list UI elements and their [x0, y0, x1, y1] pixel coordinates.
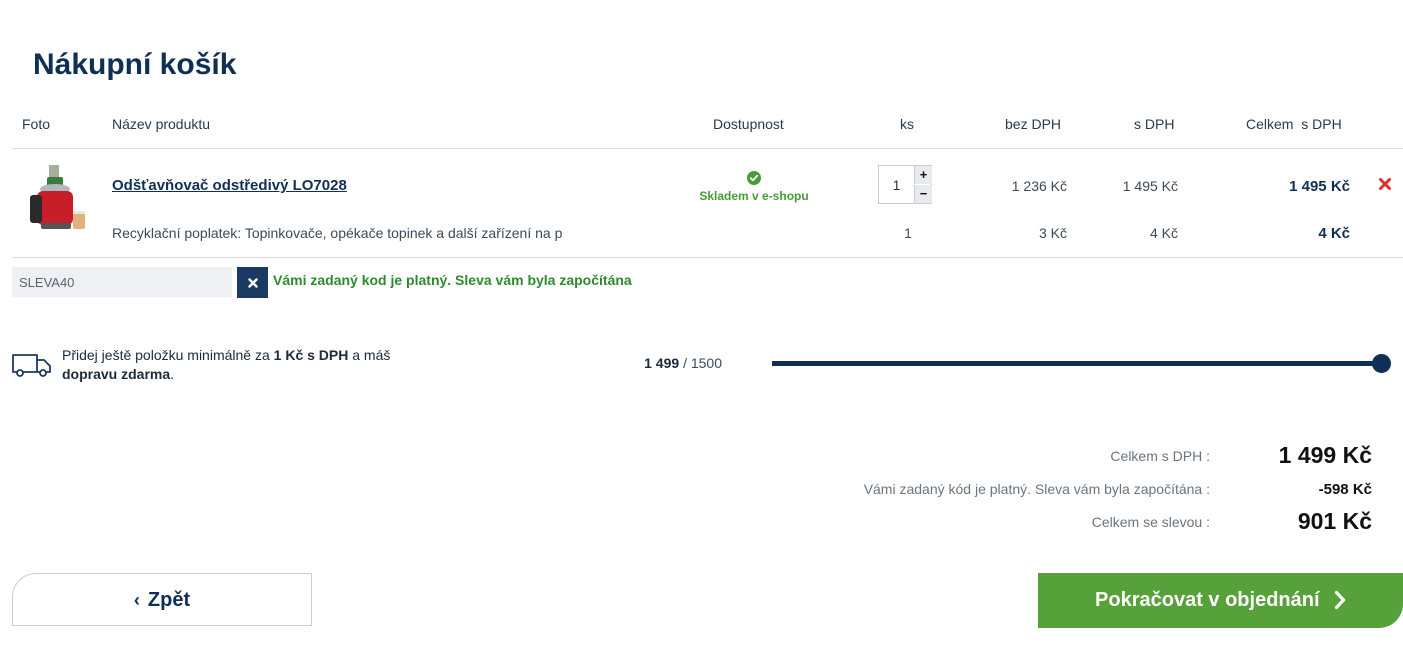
shipping-progress-count: 1 499 / 1500 — [600, 355, 722, 371]
coupon-remove-button[interactable] — [237, 267, 268, 298]
juicer-product-image[interactable] — [27, 163, 89, 237]
item-price-no-vat: 1 236 Kč — [1011, 178, 1067, 194]
recycling-fee-label: Recyklační poplatek: Topinkovače, opékač… — [112, 225, 563, 241]
items-divider — [12, 257, 1403, 258]
quantity-stepper: + − — [878, 165, 932, 204]
shipping-progress-fill — [772, 361, 1381, 366]
summary-discount-value: -598 Kč — [1318, 481, 1372, 498]
fee-price-vat: 4 Kč — [1149, 225, 1178, 241]
header-price-no-vat: bez DPH — [1005, 116, 1062, 132]
shipping-current-amount: 1 499 — [644, 355, 680, 371]
check-circle-icon — [747, 171, 761, 185]
quantity-increase-button[interactable]: + — [914, 166, 932, 184]
coupon-code-input[interactable] — [12, 267, 232, 297]
availability-text: Skladem v e-shopu — [699, 189, 809, 203]
free-shipping-text: Přidej ještě položku minimálně za 1 Kč s… — [62, 346, 422, 384]
summary-total-label: Celkem s DPH : — [1110, 448, 1210, 464]
summary-total-value: 1 499 Kč — [1278, 442, 1372, 468]
quantity-input[interactable] — [879, 166, 914, 203]
summary-final-label: Celkem se slevou : — [1091, 514, 1210, 530]
shipping-free-label: dopravu zdarma — [62, 366, 171, 382]
fee-quantity: 1 — [904, 225, 912, 241]
chevron-left-icon: ‹ — [133, 590, 140, 610]
availability-status: Skladem v e-shopu — [686, 171, 822, 205]
header-divider — [12, 148, 1403, 149]
shipping-target-amount: / 1500 — [683, 355, 722, 371]
header-total-vat: Celkem s DPH — [1246, 116, 1342, 132]
back-button-label: Zpět — [147, 589, 191, 611]
back-button[interactable]: ‹ Zpět — [12, 573, 312, 626]
fee-price-no-vat: 3 Kč — [1038, 225, 1067, 241]
remove-item-icon[interactable] — [1378, 177, 1392, 191]
header-price-vat: s DPH — [1134, 116, 1175, 132]
shipping-progress-bar — [772, 361, 1382, 366]
item-price-vat: 1 495 Kč — [1122, 178, 1178, 194]
shipping-progress-knob — [1371, 354, 1391, 373]
item-total: 1 495 Kč — [1289, 178, 1350, 195]
header-availability: Dostupnost — [713, 116, 784, 132]
quantity-decrease-button[interactable]: − — [914, 185, 932, 203]
truck-icon — [12, 354, 51, 377]
continue-order-button[interactable]: Pokračovat v objednání — [1038, 573, 1403, 628]
page-title: Nákupní košík — [33, 48, 237, 81]
shipping-min-amount: 1 Kč s DPH — [273, 347, 349, 363]
header-foto: Foto — [22, 116, 51, 132]
fee-total: 4 Kč — [1318, 225, 1350, 242]
header-quantity: ks — [900, 116, 914, 132]
coupon-success-message: Vámi zadaný kod je platný. Sleva vám byl… — [273, 272, 632, 288]
chevron-right-icon — [1334, 591, 1346, 610]
summary-final-value: 901 Kč — [1297, 508, 1372, 534]
summary-discount-label: Vámi zadaný kód je platný. Sleva vám byl… — [863, 481, 1210, 497]
continue-button-label: Pokračovat v objednání — [1095, 589, 1320, 611]
shipping-text-after: . — [170, 366, 175, 382]
header-product-name: Název produktu — [112, 116, 211, 132]
close-icon — [247, 278, 258, 288]
shipping-text-middle: a máš — [348, 347, 391, 363]
shipping-text-before: Přidej ještě položku minimálně za — [62, 347, 274, 363]
product-name-link[interactable]: Odšťavňovač odstředivý LO7028 — [112, 177, 347, 194]
